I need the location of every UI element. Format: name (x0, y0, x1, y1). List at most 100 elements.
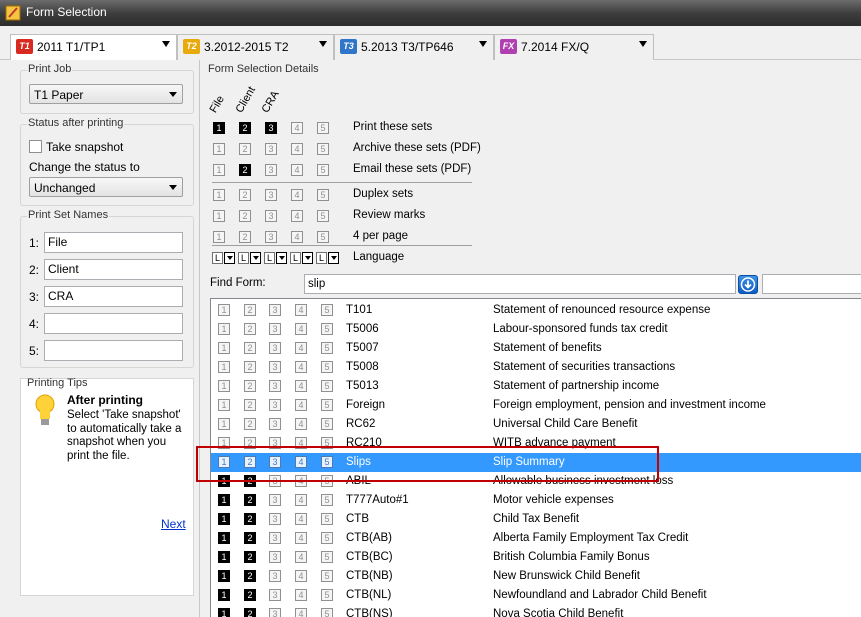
language-select-4[interactable]: L (290, 252, 314, 264)
form-set-toggle-4[interactable]: 4 (295, 494, 307, 506)
form-row[interactable]: 1 2 3 4 5 T777Auto#1 Motor vehicle expenses (211, 491, 861, 510)
form-set-toggle-1[interactable]: 1 (218, 304, 230, 316)
form-set-toggle-2[interactable]: 2 (244, 380, 256, 392)
form-set-toggle-1[interactable]: 1 (218, 342, 230, 354)
form-row[interactable]: 1 2 3 4 5 CTB(AB) Alberta Family Employment Ta… (211, 529, 861, 548)
form-set-toggle-2[interactable]: 2 (244, 494, 256, 506)
form-set-toggle-1[interactable]: 1 (218, 551, 230, 563)
form-row[interactable]: 1 2 3 4 5 T101 Statement of renounced resource… (211, 301, 861, 320)
set-toggle-5[interactable]: 5 (317, 189, 329, 201)
form-set-toggle-5[interactable]: 5 (321, 418, 333, 430)
form-set-toggle-5[interactable]: 5 (321, 532, 333, 544)
form-row[interactable]: 1 2 3 4 5 T5013 Statement of partnership incom… (211, 377, 861, 396)
tab-t2[interactable]: T2 3.2012-2015 T2 (177, 34, 334, 60)
form-set-toggle-3[interactable]: 3 (269, 418, 281, 430)
form-set-toggle-5[interactable]: 5 (321, 570, 333, 582)
form-set-toggle-1[interactable]: 1 (218, 513, 230, 525)
set-toggle-1[interactable]: 1 (213, 122, 225, 134)
form-row[interactable]: 1 2 3 4 5 CTB(NL) Newfoundland and Labrador Ch… (211, 586, 861, 605)
form-set-toggle-4[interactable]: 4 (295, 551, 307, 563)
chevron-down-icon[interactable] (162, 41, 170, 47)
form-set-toggle-3[interactable]: 3 (269, 380, 281, 392)
set-toggle-4[interactable]: 4 (291, 164, 303, 176)
form-set-toggle-2[interactable]: 2 (244, 323, 256, 335)
set-toggle-2[interactable]: 2 (239, 231, 251, 243)
form-set-toggle-3[interactable]: 3 (269, 494, 281, 506)
set-toggle-2[interactable]: 2 (239, 189, 251, 201)
form-set-toggle-5[interactable]: 5 (321, 608, 333, 617)
form-row[interactable]: 1 2 3 4 5 T5007 Statement of benefits (211, 339, 861, 358)
form-set-toggle-1[interactable]: 1 (218, 608, 230, 617)
language-select-2[interactable]: L (238, 252, 262, 264)
form-set-toggle-2[interactable]: 2 (244, 589, 256, 601)
set-name-input-5[interactable] (44, 340, 183, 361)
find-form-extra-field[interactable] (762, 274, 861, 294)
form-set-toggle-4[interactable]: 4 (295, 399, 307, 411)
form-set-toggle-5[interactable]: 5 (321, 589, 333, 601)
form-set-toggle-5[interactable]: 5 (321, 399, 333, 411)
tab-fx[interactable]: FX 7.2014 FX/Q (494, 34, 654, 60)
language-select-3[interactable]: L (264, 252, 288, 264)
form-set-toggle-3[interactable]: 3 (269, 399, 281, 411)
form-set-toggle-5[interactable]: 5 (321, 513, 333, 525)
form-set-toggle-4[interactable]: 4 (295, 589, 307, 601)
form-row[interactable]: 1 2 3 4 5 CTB Child Tax Benefit (211, 510, 861, 529)
form-row[interactable]: 1 2 3 4 5 CTB(NB) New Brunswick Child Benefit (211, 567, 861, 586)
find-next-button[interactable] (738, 275, 758, 294)
form-row[interactable]: 1 2 3 4 5 Foreign Foreign employment, pension … (211, 396, 861, 415)
set-toggle-5[interactable]: 5 (317, 143, 329, 155)
form-set-toggle-2[interactable]: 2 (244, 532, 256, 544)
form-set-toggle-4[interactable]: 4 (295, 380, 307, 392)
chevron-down-icon[interactable] (479, 41, 487, 47)
set-toggle-3[interactable]: 3 (265, 189, 277, 201)
form-set-toggle-1[interactable]: 1 (218, 361, 230, 373)
form-set-toggle-2[interactable]: 2 (244, 513, 256, 525)
take-snapshot-checkbox[interactable] (29, 140, 42, 153)
form-set-toggle-4[interactable]: 4 (295, 323, 307, 335)
form-set-toggle-2[interactable]: 2 (244, 342, 256, 354)
set-toggle-1[interactable]: 1 (213, 189, 225, 201)
language-select-5[interactable]: L (316, 252, 340, 264)
form-set-toggle-3[interactable]: 3 (269, 361, 281, 373)
form-set-toggle-1[interactable]: 1 (218, 380, 230, 392)
set-name-input-4[interactable] (44, 313, 183, 334)
form-set-toggle-5[interactable]: 5 (321, 494, 333, 506)
form-set-toggle-2[interactable]: 2 (244, 608, 256, 617)
set-toggle-5[interactable]: 5 (317, 122, 329, 134)
form-set-toggle-4[interactable]: 4 (295, 570, 307, 582)
set-toggle-2[interactable]: 2 (239, 122, 251, 134)
form-set-toggle-4[interactable]: 4 (295, 418, 307, 430)
form-set-toggle-5[interactable]: 5 (321, 342, 333, 354)
form-set-toggle-2[interactable]: 2 (244, 399, 256, 411)
set-toggle-2[interactable]: 2 (239, 164, 251, 176)
set-toggle-5[interactable]: 5 (317, 210, 329, 222)
set-name-input-3[interactable]: CRA (44, 286, 183, 307)
set-toggle-1[interactable]: 1 (213, 231, 225, 243)
set-toggle-3[interactable]: 3 (265, 210, 277, 222)
status-select[interactable]: Unchanged (29, 177, 183, 197)
form-set-toggle-4[interactable]: 4 (295, 608, 307, 617)
form-set-toggle-2[interactable]: 2 (244, 418, 256, 430)
form-set-toggle-2[interactable]: 2 (244, 361, 256, 373)
set-name-input-2[interactable]: Client (44, 259, 183, 280)
form-row[interactable]: 1 2 3 4 5 T5006 Labour-sponsored funds tax cre… (211, 320, 861, 339)
find-form-input[interactable]: slip (304, 274, 736, 294)
form-set-toggle-3[interactable]: 3 (269, 532, 281, 544)
form-set-toggle-1[interactable]: 1 (218, 418, 230, 430)
form-set-toggle-4[interactable]: 4 (295, 304, 307, 316)
set-toggle-3[interactable]: 3 (265, 143, 277, 155)
form-set-toggle-3[interactable]: 3 (269, 513, 281, 525)
form-set-toggle-3[interactable]: 3 (269, 342, 281, 354)
set-toggle-1[interactable]: 1 (213, 210, 225, 222)
form-set-toggle-3[interactable]: 3 (269, 608, 281, 617)
form-set-toggle-4[interactable]: 4 (295, 342, 307, 354)
set-toggle-2[interactable]: 2 (239, 210, 251, 222)
form-set-toggle-1[interactable]: 1 (218, 494, 230, 506)
set-toggle-5[interactable]: 5 (317, 164, 329, 176)
chevron-down-icon[interactable] (319, 41, 327, 47)
form-set-toggle-3[interactable]: 3 (269, 323, 281, 335)
language-select-1[interactable]: L (212, 252, 236, 264)
form-set-toggle-1[interactable]: 1 (218, 399, 230, 411)
next-tip-link[interactable]: Next (161, 517, 186, 531)
form-set-toggle-1[interactable]: 1 (218, 589, 230, 601)
